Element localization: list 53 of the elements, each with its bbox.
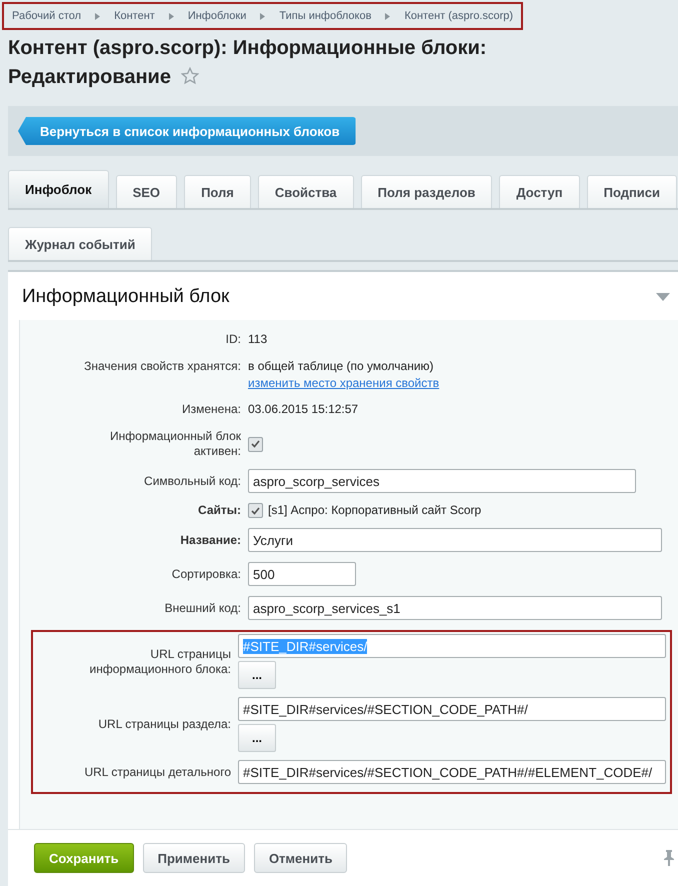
checkbox[interactable] (248, 503, 263, 518)
storage-link[interactable]: изменить место хранения свойств (248, 376, 440, 390)
input-field[interactable]: #SITE_DIR#services/#SECTION_CODE_PATH#/ (238, 697, 666, 721)
field-value: 03.06.2015 15:12:57 (248, 402, 360, 417)
section-title: Информационный блок (22, 286, 230, 308)
chevron-icon (95, 12, 100, 20)
field-label: Изменена: (182, 402, 241, 417)
page-title: Контент (aspro.scorp): Информационные блоки: Редактирование (8, 36, 488, 90)
input-field[interactable]: aspro_scorp_services_s1 (248, 596, 662, 620)
field-label: Внешний код: (164, 600, 241, 616)
collapse-icon[interactable] (656, 293, 670, 301)
site-name: [s1] Аспро: Корпоративный сайт Scorp (268, 503, 482, 518)
chevron-icon (168, 12, 174, 20)
browse-button[interactable]: ... (238, 661, 276, 689)
chevron-icon (385, 12, 390, 20)
pin-icon[interactable] (664, 850, 674, 866)
tab[interactable]: SEO (116, 175, 178, 208)
tab[interactable]: Подписи (586, 175, 678, 208)
field-label: URL страницы детального (84, 764, 231, 780)
check-icon (251, 506, 260, 514)
action-button[interactable]: Применить (142, 843, 245, 873)
field-value: 113 (248, 332, 268, 347)
star-icon[interactable] (180, 67, 199, 85)
breadcrumb-link[interactable]: Рабочий стол (12, 10, 82, 22)
browse-button[interactable]: ... (238, 724, 276, 752)
tab[interactable]: Свойства (258, 175, 354, 208)
breadcrumb-link[interactable]: Контент (114, 10, 155, 22)
field-label: Сайты: (198, 503, 241, 518)
field-label: Название: (180, 532, 241, 548)
field-label: Значения свойств хранятся: (84, 359, 241, 374)
action-button[interactable]: Отменить (254, 843, 348, 873)
field-label: URL страницы раздела: (98, 717, 231, 732)
tab[interactable]: Поля разделов (360, 175, 492, 208)
chevron-icon (260, 12, 266, 20)
breadcrumb-link[interactable]: Контент (aspro.scorp) (404, 10, 514, 22)
tab[interactable]: Журнал событий (8, 227, 152, 260)
field-label: Информационный блок активен: (109, 429, 241, 459)
check-icon (251, 440, 260, 448)
breadcrumb-link[interactable]: Инфоблоки (188, 10, 246, 22)
input-field[interactable]: 500 (248, 562, 356, 586)
field-value: в общей таблице (по умолчанию) (248, 359, 435, 374)
input-field[interactable]: Услуги (248, 528, 662, 552)
field-label: Сортировка: (172, 566, 241, 582)
input-field[interactable]: aspro_scorp_services (248, 469, 636, 493)
field-label: ID: (226, 332, 241, 347)
breadcrumb-link[interactable]: Типы инфоблоков (279, 10, 372, 22)
tab[interactable]: Поля (184, 175, 251, 208)
checkbox[interactable] (248, 436, 263, 452)
input-field[interactable]: #SITE_DIR#services/#SECTION_CODE_PATH#/#ELEMENT_CODE#/ (238, 760, 666, 784)
field-label: Символьный код: (144, 474, 241, 488)
tab[interactable]: Доступ (499, 175, 580, 208)
field-label: URL страницы информационного блока: (88, 646, 231, 676)
tab[interactable]: Инфоблок (8, 170, 109, 208)
